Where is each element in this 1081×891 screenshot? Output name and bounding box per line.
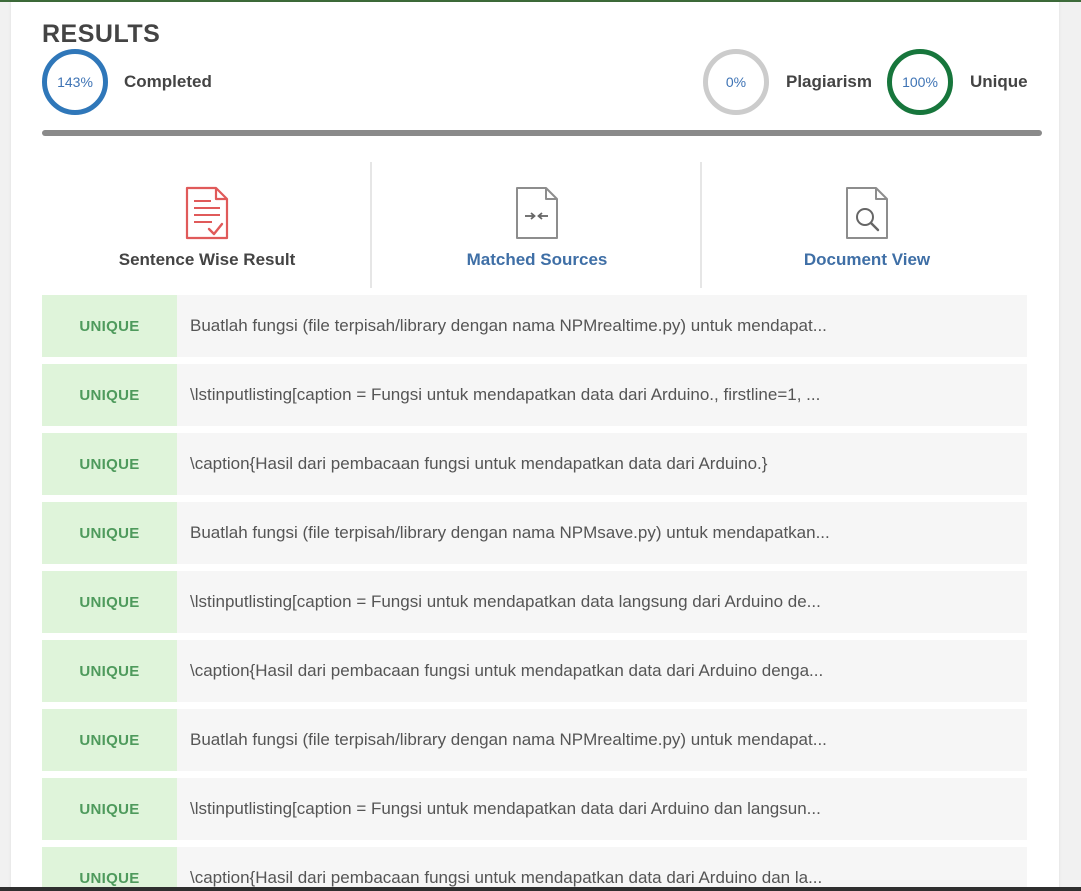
document-compare-icon — [516, 187, 558, 239]
result-row[interactable]: UNIQUE \caption{Hasil dari pembacaan fun… — [42, 640, 1027, 702]
document-check-icon — [185, 186, 229, 240]
status-badge: UNIQUE — [42, 640, 177, 702]
page-title: RESULTS — [42, 20, 161, 48]
plagiarism-percentage: 0% — [725, 74, 747, 90]
status-badge: UNIQUE — [42, 571, 177, 633]
status-badge: UNIQUE — [42, 433, 177, 495]
results-panel: RESULTS 143% Completed 0% Plagiarism 100… — [11, 2, 1059, 891]
result-row[interactable]: UNIQUE Buatlah fungsi (file terpisah/lib… — [42, 502, 1027, 564]
tab-label: Matched Sources — [466, 250, 608, 269]
completed-label: Completed — [124, 72, 212, 91]
result-row[interactable]: UNIQUE Buatlah fungsi (file terpisah/lib… — [42, 709, 1027, 771]
result-tabs: Sentence Wise Result Matched Sources Doc — [42, 162, 1032, 288]
tab-label: Sentence Wise Result — [118, 250, 296, 269]
sentence-result-list: UNIQUE Buatlah fungsi (file terpisah/lib… — [42, 295, 1027, 891]
sentence-text: Buatlah fungsi (file terpisah/library de… — [190, 730, 827, 749]
result-row[interactable]: UNIQUE Buatlah fungsi (file terpisah/lib… — [42, 295, 1027, 357]
status-badge: UNIQUE — [42, 364, 177, 426]
sentence-text: Buatlah fungsi (file terpisah/library de… — [190, 316, 827, 335]
tab-sentence-wise-result[interactable]: Sentence Wise Result — [42, 162, 372, 288]
sentence-text: \lstinputlisting[caption = Fungsi untuk … — [190, 799, 821, 818]
sentence-text: \lstinputlisting[caption = Fungsi untuk … — [190, 385, 821, 404]
document-search-icon — [846, 187, 888, 239]
result-row[interactable]: UNIQUE \lstinputlisting[caption = Fungsi… — [42, 364, 1027, 426]
completed-percentage: 143% — [57, 74, 93, 90]
sentence-text: \caption{Hasil dari pembacaan fungsi unt… — [190, 454, 768, 473]
unique-percentage: 100% — [902, 74, 938, 90]
sentence-text: Buatlah fungsi (file terpisah/library de… — [190, 523, 830, 542]
completed-ring: 143% — [42, 49, 108, 115]
unique-ring: 100% — [887, 49, 953, 115]
result-row[interactable]: UNIQUE \caption{Hasil dari pembacaan fun… — [42, 433, 1027, 495]
status-badge: UNIQUE — [42, 847, 177, 891]
sentence-text: \caption{Hasil dari pembacaan fungsi unt… — [190, 868, 823, 887]
sentence-text: \caption{Hasil dari pembacaan fungsi unt… — [190, 661, 824, 680]
result-row[interactable]: UNIQUE \lstinputlisting[caption = Fungsi… — [42, 778, 1027, 840]
tab-label: Document View — [803, 250, 931, 269]
status-badge: UNIQUE — [42, 709, 177, 771]
result-row[interactable]: UNIQUE \lstinputlisting[caption = Fungsi… — [42, 571, 1027, 633]
plagiarism-label: Plagiarism — [786, 72, 872, 91]
plagiarism-ring: 0% — [703, 49, 769, 115]
tab-document-view[interactable]: Document View — [702, 162, 1032, 288]
unique-label: Unique — [970, 72, 1028, 91]
sentence-text: \lstinputlisting[caption = Fungsi untuk … — [190, 592, 821, 611]
result-row[interactable]: UNIQUE \caption{Hasil dari pembacaan fun… — [42, 847, 1027, 891]
bottom-border — [0, 887, 1081, 891]
progress-bar — [42, 130, 1042, 136]
status-badge: UNIQUE — [42, 778, 177, 840]
status-badge: UNIQUE — [42, 502, 177, 564]
tab-matched-sources[interactable]: Matched Sources — [372, 162, 702, 288]
status-badge: UNIQUE — [42, 295, 177, 357]
